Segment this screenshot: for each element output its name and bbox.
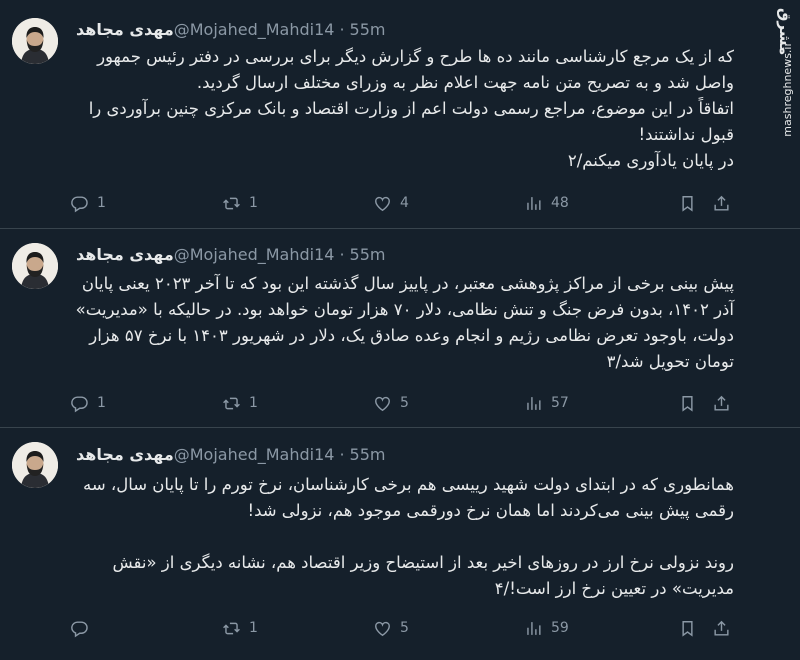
avatar[interactable] [12,442,58,488]
retweet-button[interactable]: 1 [222,616,258,640]
author-name[interactable]: مهدی مجاهد [76,245,174,264]
tweet-actions: 1 1 4 48 [70,191,750,215]
heart-icon [375,621,390,636]
views-count: 48 [551,195,569,211]
views-button[interactable]: 59 [524,616,569,640]
views-count: 57 [551,395,569,411]
tweet-text: که از یک مرجع کارشناسی مانند ده ها طرح و… [88,47,734,170]
tweet-actions: 1 1 5 57 [70,391,750,415]
retweet-icon [223,197,240,209]
tweet-time[interactable]: 55m [350,445,386,464]
retweet-count: 1 [249,395,258,411]
bookmark-icon [682,395,693,412]
tweet-time[interactable]: 55m [350,245,386,264]
views-icon [527,621,541,635]
share-icon [714,620,729,636]
retweet-icon [223,397,240,409]
author-name[interactable]: مهدی مجاهد [76,20,174,39]
like-count: 5 [400,395,409,411]
tweet[interactable]: مهدی مجاهد @Mojahed_Mahdi14 · 55m پیش بی… [0,229,800,427]
tweet-header: مهدی مجاهد @Mojahed_Mahdi14 · 55m [70,243,385,265]
dot-separator: · [339,244,345,264]
avatar-image [12,243,58,289]
views-icon [527,396,541,410]
heart-icon [375,196,390,211]
like-button[interactable]: 4 [373,191,409,215]
share-icon [714,195,729,211]
reply-icon [71,395,88,412]
like-button[interactable]: 5 [373,616,409,640]
bookmark-button[interactable] [678,391,697,415]
tweet-actions: 1 5 59 [70,616,750,640]
retweet-button[interactable]: 1 [222,191,258,215]
author-handle[interactable]: @Mojahed_Mahdi14 [174,445,335,464]
bookmark-icon [682,195,693,212]
reply-button[interactable]: 1 [70,391,106,415]
views-button[interactable]: 57 [524,391,569,415]
heart-icon [375,396,390,411]
tweet-text: همانطوری که در ابتدای دولت شهید رییسی هم… [82,475,734,598]
reply-icon [71,195,88,212]
tweet-header: مهدی مجاهد @Mojahed_Mahdi14 · 55m [70,18,385,40]
author-handle[interactable]: @Mojahed_Mahdi14 [174,20,335,39]
views-icon [527,196,541,210]
reply-button[interactable]: 1 [70,191,106,215]
like-count: 5 [400,620,409,636]
share-button[interactable] [712,616,731,640]
like-count: 4 [400,195,409,211]
bookmark-button[interactable] [678,191,697,215]
reply-button[interactable] [70,616,97,640]
dot-separator: · [339,19,345,39]
tweet[interactable]: مهدی مجاهد @Mojahed_Mahdi14 · 55m همانطو… [0,428,800,660]
tweet-time[interactable]: 55m [350,20,386,39]
like-button[interactable]: 5 [373,391,409,415]
retweet-icon [223,622,240,634]
author-handle[interactable]: @Mojahed_Mahdi14 [174,245,335,264]
avatar[interactable] [12,18,58,64]
avatar-image [12,442,58,488]
reply-icon [71,620,88,637]
reply-count: 1 [97,395,106,411]
bookmark-button[interactable] [678,616,697,640]
views-button[interactable]: 48 [524,191,569,215]
reply-count: 1 [97,195,106,211]
tweet[interactable]: مهدی مجاهد @Mojahed_Mahdi14 · 55m که از … [0,0,800,228]
retweet-button[interactable]: 1 [222,391,258,415]
retweet-count: 1 [249,620,258,636]
author-name[interactable]: مهدی مجاهد [76,445,174,464]
tweet-header: مهدی مجاهد @Mojahed_Mahdi14 · 55m [70,443,385,465]
views-count: 59 [551,620,569,636]
share-icon [714,395,729,411]
retweet-count: 1 [249,195,258,211]
avatar-image [12,18,58,64]
share-button[interactable] [712,391,731,415]
avatar[interactable] [12,243,58,289]
tweet-text: پیش بینی برخی از مراکز پژوهشی معتبر، در … [75,274,734,371]
bookmark-icon [682,620,693,637]
share-button[interactable] [712,191,731,215]
dot-separator: · [339,444,345,464]
